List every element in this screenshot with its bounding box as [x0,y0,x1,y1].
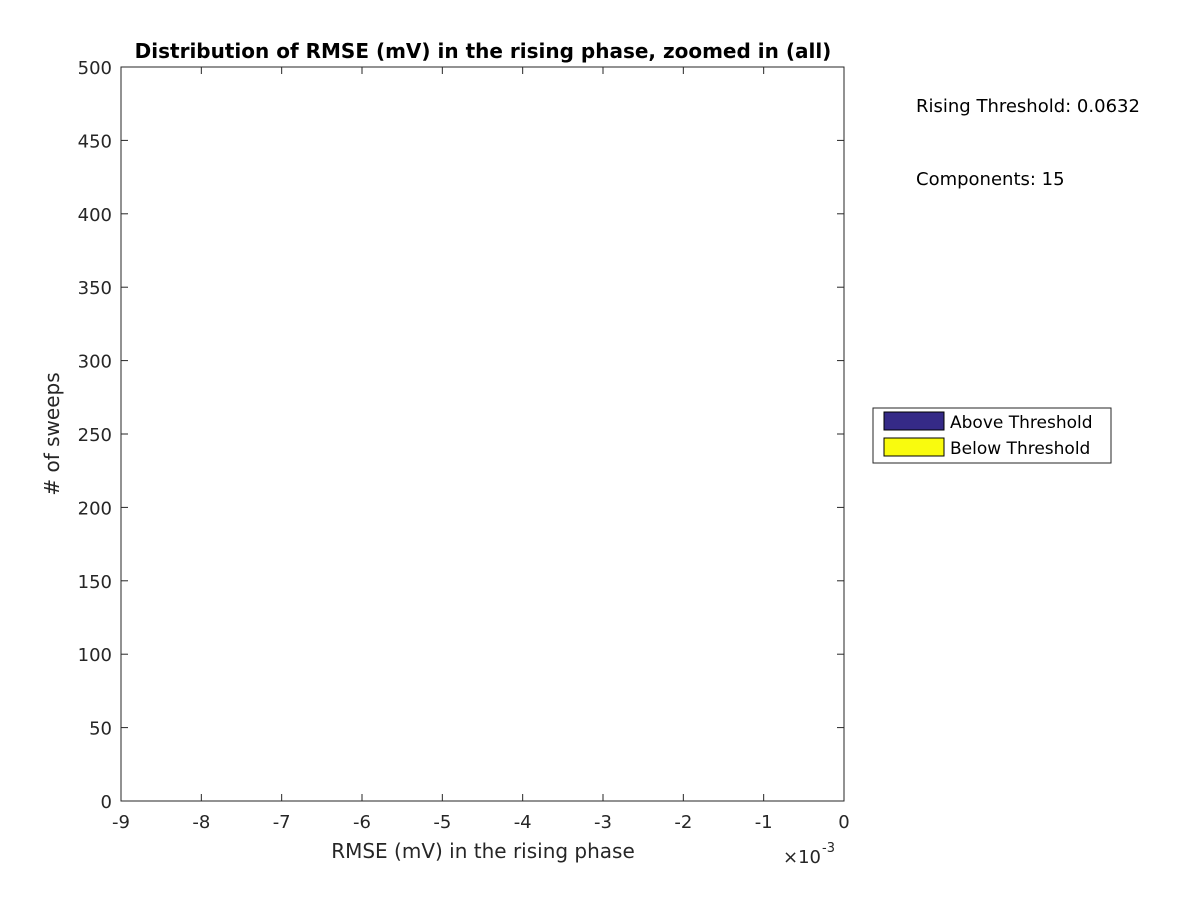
y-tick-label: 300 [78,352,112,373]
x-tick-label: -4 [514,812,532,833]
x-tick-label: -6 [353,812,371,833]
y-tick-label: 200 [78,498,112,519]
x-axis-label: RMSE (mV) in the rising phase [331,839,635,863]
y-tick-label: 250 [78,425,112,446]
legend-label-above-threshold: Above Threshold [950,413,1093,433]
legend-label-below-threshold: Below Threshold [950,439,1090,459]
y-tick-label: 50 [89,719,112,740]
annotation-components: Components: 15 [916,169,1065,190]
x-tick-label: -7 [273,812,291,833]
legend[interactable]: Above Threshold Below Threshold [872,407,1112,464]
y-tick-label: 0 [101,792,112,813]
x-tick-label: -9 [112,812,130,833]
x-tick-label: -3 [594,812,612,833]
y-tick-label: 450 [78,131,112,152]
y-tick-label: 350 [78,278,112,299]
axes-box [120,66,845,802]
x-tick-label: 0 [838,812,849,833]
plot-area [120,66,845,802]
x-exponent: ×10 -3 [783,841,835,868]
y-tick-label: 150 [78,572,112,593]
y-tick-label: 500 [78,58,112,79]
x-exponent-base: ×10 [783,847,821,868]
x-tick-label: -1 [755,812,773,833]
annotation-rising-threshold: Rising Threshold: 0.0632 [916,96,1140,117]
x-exponent-power: -3 [822,841,835,856]
y-tick-label: 400 [78,205,112,226]
y-tick-label: 100 [78,645,112,666]
chart-title: Distribution of RMSE (mV) in the rising … [135,39,832,63]
x-tick-label: -2 [674,812,692,833]
legend-swatch-below-threshold [883,437,945,457]
x-tick-label: -5 [433,812,451,833]
y-axis-label: # of sweeps [40,372,64,495]
legend-swatch-above-threshold [883,411,945,431]
x-tick-label: -8 [192,812,210,833]
chart: Distribution of RMSE (mV) in the rising … [40,39,1140,868]
